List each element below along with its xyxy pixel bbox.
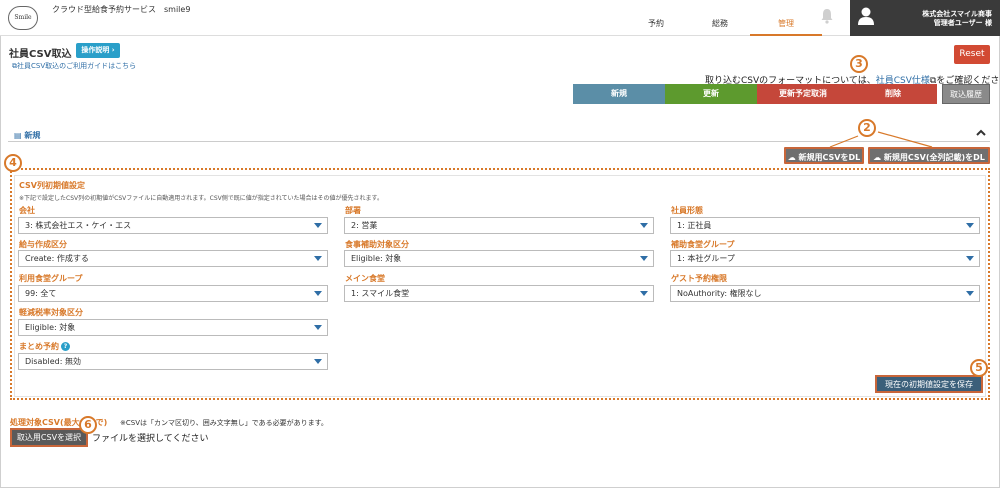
download-new-full-csv-button[interactable]: ☁ 新規用CSV(全列記載)をDL bbox=[868, 147, 990, 164]
meal-subsidy-select[interactable]: Eligible: 対象 bbox=[344, 250, 654, 267]
reduced-tax-value: Eligible: 対象 bbox=[25, 323, 76, 332]
mode-delete-button[interactable]: 削除 bbox=[849, 84, 937, 104]
bulk-reservation-select[interactable]: Disabled: 無効 bbox=[18, 353, 328, 370]
user-avatar-icon bbox=[858, 7, 874, 25]
callout-marker-5: 5 bbox=[970, 359, 988, 377]
save-defaults-button[interactable]: 現在の初期値設定を保存 bbox=[875, 375, 983, 393]
dropdown-arrow-icon bbox=[966, 223, 974, 228]
file-status-text: ファイルを選択してください bbox=[92, 434, 209, 444]
department-value: 2: 営業 bbox=[351, 221, 378, 230]
dropdown-arrow-icon bbox=[314, 359, 322, 364]
field-label-meal-subsidy: 食事補助対象区分 bbox=[345, 240, 409, 249]
user-name: 管理者ユーザー 様 bbox=[933, 19, 992, 27]
help-icon[interactable]: ? bbox=[61, 342, 70, 351]
meal-subsidy-value: Eligible: 対象 bbox=[351, 254, 402, 263]
cafeteria-group-select[interactable]: 99: 全て bbox=[18, 285, 328, 302]
reset-button[interactable]: Reset bbox=[954, 45, 990, 64]
callout-marker-3: 3 bbox=[850, 55, 868, 73]
company-value: 3: 株式会社エス・ケイ・エス bbox=[25, 221, 132, 230]
select-import-csv-button[interactable]: 取込用CSVを選択 bbox=[10, 428, 88, 447]
bulk-reservation-value: Disabled: 無効 bbox=[25, 357, 81, 366]
field-label-bulk-reservation: まとめ予約? bbox=[19, 341, 70, 352]
dropdown-arrow-icon bbox=[966, 256, 974, 261]
mode-cancel-scheduled-update-button[interactable]: 更新予定取消 bbox=[757, 84, 849, 104]
subsidy-cafeteria-group-select[interactable]: 1: 本社グループ bbox=[670, 250, 980, 267]
field-label-guest-reservation: ゲスト予約権限 bbox=[671, 274, 727, 283]
page-title: 社員CSV取込 bbox=[9, 49, 72, 60]
cloud-download-icon: ☁ bbox=[873, 153, 882, 162]
dropdown-arrow-icon bbox=[314, 223, 322, 228]
target-csv-label-head: 処理対象CSV(最大 bbox=[10, 418, 80, 427]
callout-marker-6: 6 bbox=[79, 416, 97, 434]
smile-logo: Smile bbox=[8, 6, 38, 30]
dropdown-arrow-icon bbox=[314, 256, 322, 261]
main-cafeteria-select[interactable]: 1: スマイル食堂 bbox=[344, 285, 654, 302]
callout-lines bbox=[829, 131, 933, 148]
download-new-csv-label: 新規用CSVをDL bbox=[798, 153, 861, 162]
guest-reservation-value: NoAuthority: 権限なし bbox=[677, 289, 762, 298]
employment-type-select[interactable]: 1: 正社員 bbox=[670, 217, 980, 234]
field-label-reduced-tax: 軽減税率対象区分 bbox=[19, 308, 83, 317]
employment-type-value: 1: 正社員 bbox=[677, 221, 712, 230]
dropdown-arrow-icon bbox=[966, 291, 974, 296]
bell-icon[interactable] bbox=[820, 8, 834, 24]
mode-update-button[interactable]: 更新 bbox=[665, 84, 757, 104]
department-select[interactable]: 2: 営業 bbox=[344, 217, 654, 234]
document-icon: ▤ bbox=[14, 131, 22, 140]
guide-button[interactable]: 操作説明 › bbox=[76, 43, 120, 58]
target-csv-note: ※CSVは「カンマ区切り、囲み文字無し」である必要があります。 bbox=[120, 419, 328, 427]
mode-new-button[interactable]: 新規 bbox=[573, 84, 665, 104]
config-title: CSV列初期値設定 bbox=[19, 181, 85, 190]
nav-general-affairs[interactable]: 総務 bbox=[684, 18, 756, 36]
config-note: ※下記で設定したCSV列の初期値がCSVファイルに自動適用されます。CSV側で既… bbox=[19, 195, 383, 202]
nav-reservation[interactable]: 予約 bbox=[620, 18, 692, 36]
target-csv-label-tail: で) bbox=[95, 418, 108, 427]
download-new-full-csv-label: 新規用CSV(全列記載)をDL bbox=[883, 153, 985, 162]
download-new-csv-button[interactable]: ☁ 新規用CSVをDL bbox=[784, 147, 864, 164]
nav-management[interactable]: 管理 bbox=[750, 18, 822, 36]
cafeteria-group-value: 99: 全て bbox=[25, 289, 57, 298]
dropdown-arrow-icon bbox=[640, 256, 648, 261]
cloud-download-icon: ☁ bbox=[787, 153, 796, 162]
company-select[interactable]: 3: 株式会社エス・ケイ・エス bbox=[18, 217, 328, 234]
bulk-reservation-label-text: まとめ予約 bbox=[19, 342, 59, 351]
guide-link-text: 社員CSV取込のご利用ガイドはこちら bbox=[17, 62, 137, 70]
subsidy-cafeteria-group-value: 1: 本社グループ bbox=[677, 254, 735, 263]
import-history-button[interactable]: 取込履歴 bbox=[942, 84, 990, 104]
dropdown-arrow-icon bbox=[640, 291, 648, 296]
guest-reservation-select[interactable]: NoAuthority: 権限なし bbox=[670, 285, 980, 302]
callout-marker-4: 4 bbox=[4, 154, 22, 172]
main-cafeteria-value: 1: スマイル食堂 bbox=[351, 289, 410, 298]
field-label-employment-type: 社員形態 bbox=[671, 206, 703, 215]
field-label-main-cafeteria: メイン食堂 bbox=[345, 274, 385, 283]
field-label-subsidy-cafeteria-group: 補助食堂グループ bbox=[671, 240, 735, 249]
guide-link[interactable]: ⧉社員CSV取込のご利用ガイドはこちら bbox=[12, 61, 136, 71]
dropdown-arrow-icon bbox=[640, 223, 648, 228]
field-label-company: 会社 bbox=[19, 206, 35, 215]
salary-creation-value: Create: 作成する bbox=[25, 254, 89, 263]
field-label-department: 部署 bbox=[345, 206, 361, 215]
salary-creation-select[interactable]: Create: 作成する bbox=[18, 250, 328, 267]
dropdown-arrow-icon bbox=[314, 291, 322, 296]
reduced-tax-select[interactable]: Eligible: 対象 bbox=[18, 319, 328, 336]
dropdown-arrow-icon bbox=[314, 325, 322, 330]
section-label-new: ▤ 新規 bbox=[14, 130, 40, 141]
service-title: クラウド型給食予約サービス smile9 bbox=[52, 5, 191, 14]
section-label-text: 新規 bbox=[24, 131, 41, 140]
field-label-salary-creation: 給与作成区分 bbox=[19, 240, 67, 249]
field-label-cafeteria-group: 利用食堂グループ bbox=[19, 274, 83, 283]
